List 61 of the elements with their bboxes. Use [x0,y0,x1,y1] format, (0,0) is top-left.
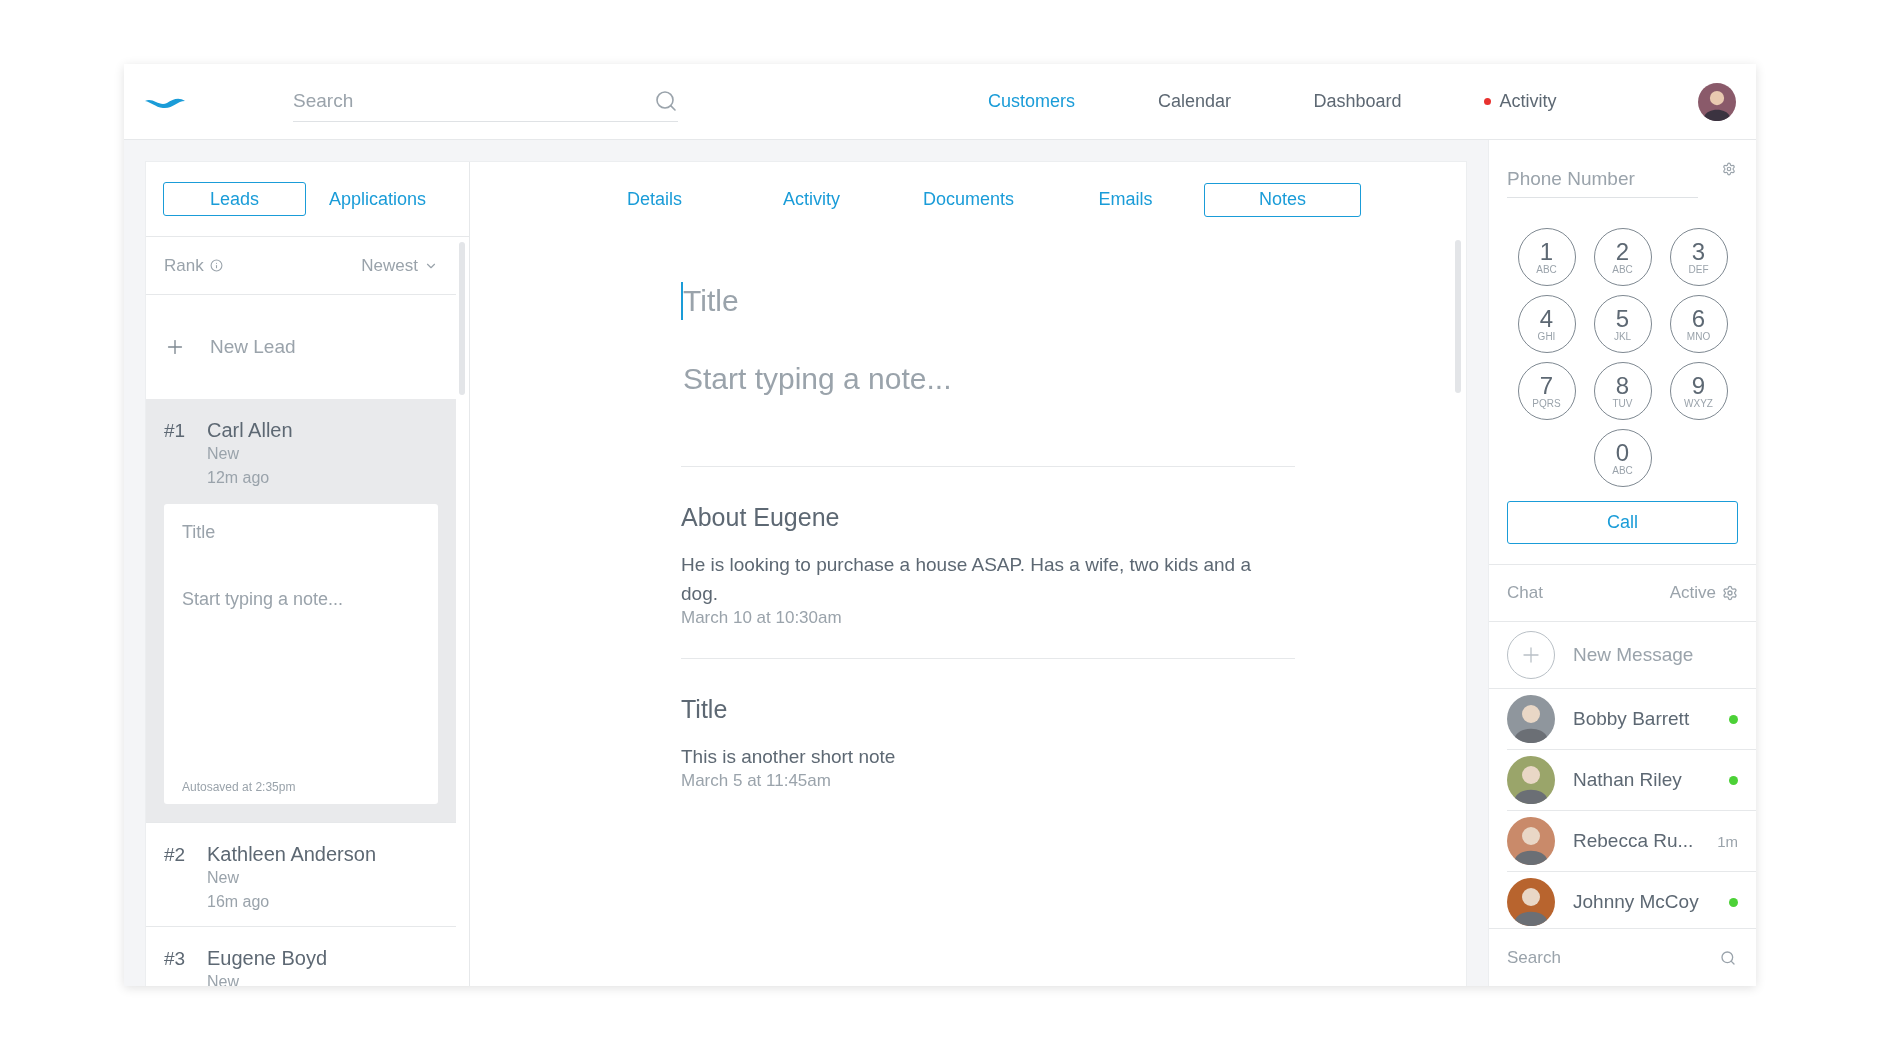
nav-link[interactable]: Activity [1439,91,1602,112]
search-field[interactable]: Search [293,90,654,112]
chat-contact[interactable]: Johnny McCoy [1507,872,1756,928]
info-icon[interactable] [209,259,223,272]
note-text: This is another short note [681,745,897,769]
chat-title: Chat [1507,583,1543,603]
lead-name: Eugene Boyd [207,947,328,970]
dial-key[interactable]: 3 DEF [1669,228,1728,286]
lead-rank: #2 [164,843,187,867]
nav-link[interactable]: Calendar [1113,91,1276,112]
lead-time: 12m ago [207,468,271,488]
rank-label: Rank [164,255,204,276]
note-date: March 5 at 11:45am [681,771,832,791]
contact-name: Rebecca Ru... [1573,830,1694,852]
tab[interactable]: Leads [163,182,306,216]
lead-rank: #1 [164,419,187,443]
note-title: Title [681,695,729,724]
contact-name: Johnny McCoy [1573,891,1699,913]
settings-icon[interactable] [1722,162,1736,176]
chat-contact[interactable]: Bobby Barrett [1507,689,1756,750]
dial-key[interactable]: 9 WXYZ [1669,362,1728,420]
autosave-text: Autosaved at 2:35pm [182,780,297,794]
avatar-icon [1507,817,1555,865]
avatar-icon [1507,756,1555,804]
nav-link[interactable]: Dashboard [1276,91,1439,112]
note-title: About Eugene [681,503,841,532]
nav-link[interactable]: Customers [950,91,1113,112]
lead-status: New [207,444,240,464]
phone-number-field[interactable]: Phone Number [1507,160,1698,197]
contact-name: Nathan Riley [1573,769,1682,791]
user-avatar[interactable] [1698,82,1736,121]
lead-name: Carl Allen [207,419,293,442]
dial-key[interactable]: 7 PQRS [1517,362,1576,420]
settings-icon [1722,585,1738,601]
contact-name: Bobby Barrett [1573,708,1690,730]
lead-status: New [207,868,240,888]
scrollbar[interactable] [459,242,465,395]
dial-key[interactable]: 4 GHI [1517,295,1576,353]
search-icon[interactable] [654,89,678,113]
scrollbar[interactable] [1455,240,1461,393]
call-button[interactable]: Call [1507,501,1738,544]
note-date: March 10 at 10:30am [681,608,843,628]
avatar-icon [1507,695,1555,743]
chat-contact[interactable]: Rebecca Ru... 1m [1507,811,1756,872]
chat-contact[interactable]: Nathan Riley [1507,750,1756,811]
dial-key[interactable]: 0 ABC [1593,429,1652,487]
lead-name: Kathleen Anderson [207,843,377,866]
dial-key[interactable]: 6 MNO [1669,295,1728,353]
contact-time: 1m [1717,832,1738,850]
search-icon [1720,949,1736,966]
dial-key[interactable]: 2 ABC [1593,228,1652,286]
tab[interactable]: Notes [1204,182,1361,217]
lead-time: 16m ago [207,892,271,912]
note-text: He is looking to purchase a house ASAP. Has a wife, two kids and a dog. [681,553,1252,606]
lead-rank: #3 [164,947,187,971]
dial-key[interactable]: 8 TUV [1593,362,1652,420]
lead-item[interactable]: #1 Carl Allen New 12m ago Title Start typing a note... Autosaved at 2:35pm [146,399,456,823]
chat-search-field[interactable]: Search [1507,947,1720,968]
dial-key[interactable]: 5 JKL [1593,295,1652,353]
dial-key[interactable]: 1 ABC [1517,228,1576,286]
avatar-icon [1507,878,1555,926]
